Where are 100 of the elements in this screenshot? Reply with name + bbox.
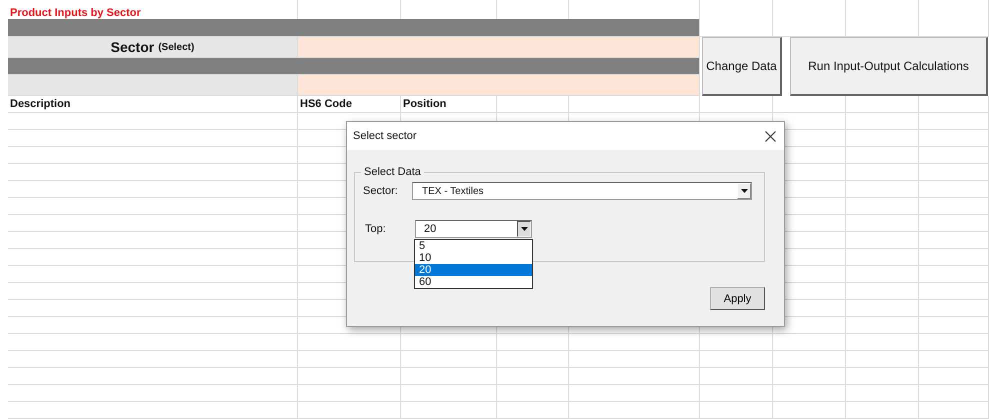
sheet-cell[interactable] bbox=[846, 283, 919, 300]
sheet-cell[interactable] bbox=[919, 130, 989, 147]
sheet-cell[interactable] bbox=[8, 130, 298, 147]
sheet-cell[interactable] bbox=[700, 385, 773, 402]
sheet-cell[interactable] bbox=[298, 334, 401, 351]
sheet-cell[interactable] bbox=[298, 368, 401, 385]
sheet-cell[interactable] bbox=[846, 266, 919, 283]
sheet-cell[interactable] bbox=[919, 351, 989, 368]
sheet-cell[interactable] bbox=[846, 385, 919, 402]
sheet-cell[interactable] bbox=[8, 266, 298, 283]
sheet-cell[interactable] bbox=[919, 283, 989, 300]
sheet-cell[interactable] bbox=[919, 181, 989, 198]
sheet-cell[interactable] bbox=[8, 249, 298, 266]
sheet-cell[interactable] bbox=[8, 164, 298, 181]
sheet-cell[interactable] bbox=[919, 385, 989, 402]
sheet-cell[interactable] bbox=[919, 266, 989, 283]
sheet-cell[interactable] bbox=[497, 334, 569, 351]
sheet-cell[interactable] bbox=[919, 368, 989, 385]
sheet-cell[interactable] bbox=[569, 96, 700, 113]
sheet-cell[interactable] bbox=[401, 402, 497, 419]
sheet-cell[interactable] bbox=[919, 164, 989, 181]
sheet-cell[interactable] bbox=[846, 113, 919, 130]
input-cell[interactable] bbox=[298, 75, 700, 96]
sheet-cell[interactable] bbox=[919, 334, 989, 351]
sheet-cell[interactable] bbox=[497, 368, 569, 385]
close-icon[interactable] bbox=[765, 130, 776, 142]
dropdown-option[interactable]: 20 bbox=[415, 264, 532, 276]
sheet-cell[interactable] bbox=[401, 351, 497, 368]
sheet-cell[interactable] bbox=[700, 402, 773, 419]
sheet-cell[interactable] bbox=[700, 368, 773, 385]
sheet-cell[interactable] bbox=[8, 402, 298, 419]
sheet-cell[interactable] bbox=[569, 368, 700, 385]
sheet-cell[interactable] bbox=[401, 334, 497, 351]
sheet-cell[interactable] bbox=[8, 113, 298, 130]
sheet-cell[interactable] bbox=[919, 198, 989, 215]
apply-button[interactable]: Apply bbox=[710, 287, 765, 310]
sheet-cell[interactable] bbox=[8, 351, 298, 368]
sheet-cell[interactable] bbox=[846, 232, 919, 249]
sheet-cell[interactable] bbox=[846, 96, 919, 113]
sheet-cell[interactable] bbox=[846, 368, 919, 385]
sheet-cell[interactable] bbox=[919, 402, 989, 419]
sheet-cell[interactable] bbox=[569, 334, 700, 351]
sheet-cell[interactable] bbox=[700, 96, 773, 113]
sheet-cell[interactable] bbox=[700, 334, 773, 351]
sheet-cell[interactable] bbox=[919, 300, 989, 317]
sheet-cell[interactable] bbox=[569, 351, 700, 368]
sheet-cell[interactable] bbox=[8, 385, 298, 402]
sheet-cell[interactable] bbox=[773, 334, 846, 351]
sheet-cell[interactable] bbox=[298, 385, 401, 402]
sheet-cell[interactable] bbox=[846, 164, 919, 181]
sheet-cell[interactable] bbox=[569, 385, 700, 402]
sheet-cell[interactable] bbox=[919, 317, 989, 334]
run-calculations-button[interactable]: Run Input-Output Calculations bbox=[790, 37, 988, 96]
sheet-cell[interactable] bbox=[773, 351, 846, 368]
sheet-cell[interactable] bbox=[846, 147, 919, 164]
sheet-cell[interactable] bbox=[846, 198, 919, 215]
sheet-cell[interactable] bbox=[8, 317, 298, 334]
sheet-cell[interactable] bbox=[919, 113, 989, 130]
top-dropdown[interactable]: 20 bbox=[415, 220, 532, 238]
sheet-cell[interactable] bbox=[773, 96, 846, 113]
sheet-cell[interactable] bbox=[497, 351, 569, 368]
sheet-cell[interactable] bbox=[8, 300, 298, 317]
sheet-cell[interactable] bbox=[8, 215, 298, 232]
input-cell[interactable] bbox=[298, 37, 700, 58]
sheet-cell[interactable] bbox=[846, 130, 919, 147]
sheet-cell[interactable] bbox=[846, 317, 919, 334]
sheet-cell[interactable] bbox=[497, 385, 569, 402]
sheet-cell[interactable] bbox=[919, 232, 989, 249]
sheet-cell[interactable] bbox=[298, 351, 401, 368]
sheet-cell[interactable] bbox=[919, 96, 989, 113]
sheet-cell[interactable] bbox=[8, 232, 298, 249]
sheet-cell[interactable] bbox=[846, 215, 919, 232]
sheet-cell[interactable] bbox=[773, 368, 846, 385]
sheet-cell[interactable] bbox=[401, 368, 497, 385]
sheet-cell[interactable] bbox=[773, 402, 846, 419]
sheet-cell[interactable] bbox=[846, 351, 919, 368]
sheet-cell[interactable] bbox=[298, 402, 401, 419]
sheet-cell[interactable] bbox=[401, 385, 497, 402]
sheet-cell[interactable] bbox=[497, 402, 569, 419]
sheet-cell[interactable] bbox=[569, 402, 700, 419]
sheet-cell[interactable] bbox=[846, 249, 919, 266]
sheet-cell[interactable] bbox=[846, 334, 919, 351]
sheet-cell[interactable] bbox=[919, 215, 989, 232]
change-data-button[interactable]: Change Data bbox=[702, 37, 782, 96]
sheet-cell[interactable] bbox=[846, 402, 919, 419]
sheet-cell[interactable] bbox=[773, 385, 846, 402]
sheet-cell[interactable] bbox=[497, 96, 569, 113]
sheet-cell[interactable] bbox=[919, 249, 989, 266]
sheet-cell[interactable] bbox=[8, 334, 298, 351]
sheet-cell[interactable] bbox=[8, 283, 298, 300]
sheet-cell[interactable] bbox=[8, 181, 298, 198]
sector-dropdown[interactable]: TEX - Textiles bbox=[412, 182, 752, 200]
sheet-cell[interactable] bbox=[846, 300, 919, 317]
sheet-cell[interactable] bbox=[8, 147, 298, 164]
sheet-cell[interactable] bbox=[700, 351, 773, 368]
sheet-cell[interactable] bbox=[8, 198, 298, 215]
sheet-cell[interactable] bbox=[919, 147, 989, 164]
sheet-cell[interactable] bbox=[8, 368, 298, 385]
dropdown-arrow-button[interactable] bbox=[517, 221, 531, 237]
sheet-cell[interactable] bbox=[846, 181, 919, 198]
